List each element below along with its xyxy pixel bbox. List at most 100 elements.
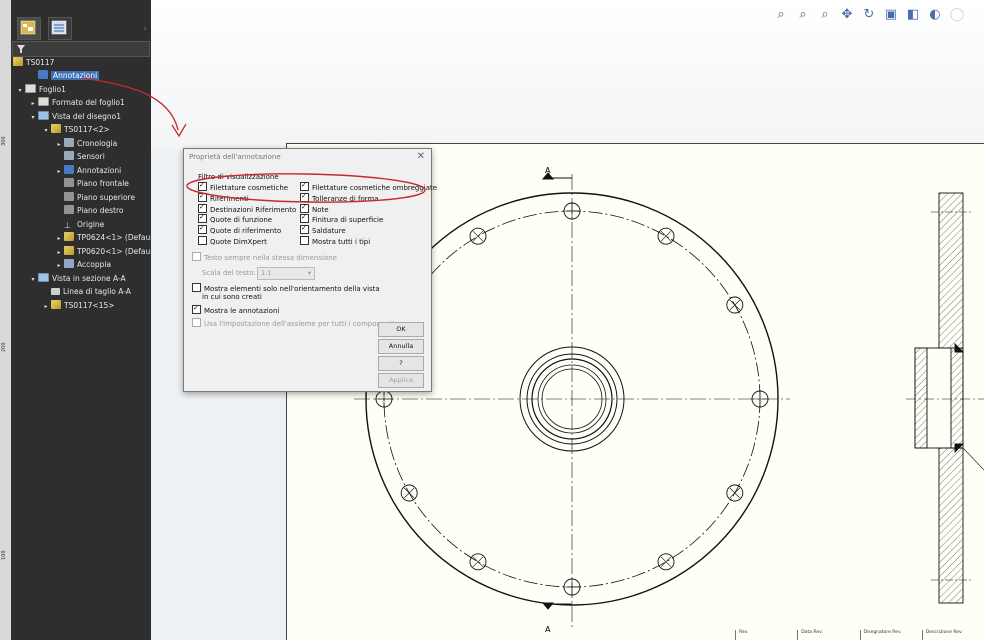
bolt-hole-center-mark xyxy=(472,230,484,242)
filter-label: Note xyxy=(312,205,329,214)
apply-button[interactable]: Applica xyxy=(378,373,424,388)
checkbox-box xyxy=(300,236,309,245)
title-block-cell: Data Rev. xyxy=(797,630,859,640)
tree-item[interactable]: ▸ Cronologia xyxy=(55,137,118,151)
tree-item[interactable]: ▸ Annotazioni xyxy=(55,164,122,178)
filter-checkbox[interactable]: Riferimenti xyxy=(198,192,249,203)
expand-toggle-icon[interactable]: ▾ xyxy=(29,112,37,124)
tree-item[interactable]: ▾ Foglio1 xyxy=(16,83,66,97)
expand-toggle-icon[interactable]: ▾ xyxy=(42,125,50,137)
tree-item-label: Annotazioni xyxy=(51,71,100,80)
sensor-icon xyxy=(64,151,74,160)
filter-checkbox[interactable]: Quote di riferimento xyxy=(198,225,281,235)
filter-checkbox[interactable]: Finitura di superficie xyxy=(300,214,383,224)
filter-checkbox[interactable]: Mostra tutti i tipi xyxy=(300,236,370,246)
sheet-format-icon xyxy=(38,97,49,106)
checkbox-box xyxy=(198,203,207,213)
tree-item-label: Piano superiore xyxy=(77,192,136,202)
filter-checkbox[interactable]: Quote di funzione xyxy=(198,214,272,224)
cancel-button[interactable]: Annulla xyxy=(378,339,424,354)
filter-checkbox[interactable]: Tolleranze di forma xyxy=(300,192,379,203)
filter-checkbox[interactable]: Saldature xyxy=(300,225,346,235)
tree-item[interactable]: ▾ TS0117<2> xyxy=(42,124,110,136)
expand-toggle-icon[interactable]: ▸ xyxy=(55,260,63,272)
tree-item[interactable]: ▾ Vista in sezione A-A xyxy=(29,272,126,286)
mates-icon xyxy=(64,259,74,268)
tree-item-label: Vista del disegno1 xyxy=(52,111,121,121)
text-same-size-checkbox[interactable]: Testo sempre nella stessa dimensione xyxy=(192,252,337,262)
tree-item[interactable]: ▸ Accoppia xyxy=(55,259,111,271)
bolt-hole-center-mark xyxy=(563,202,581,220)
help-button[interactable]: ? xyxy=(378,356,424,371)
filter-icon xyxy=(17,45,25,53)
tree-item[interactable]: Piano destro xyxy=(55,205,124,217)
tree-item-label: Piano destro xyxy=(77,206,124,215)
tree-item[interactable]: Linea di taglio A-A xyxy=(42,286,131,298)
filter-checkbox[interactable]: Filettature cosmetiche xyxy=(198,182,288,192)
expand-toggle-icon[interactable]: ▸ xyxy=(55,139,63,151)
display-filter-label: Filtro di visualizzazione xyxy=(198,173,279,181)
tree-item-label: Foglio1 xyxy=(39,84,66,94)
tree-item[interactable]: ⊥ Origine xyxy=(55,219,104,231)
expand-toggle-icon[interactable]: ▸ xyxy=(55,247,63,259)
property-manager-tab[interactable] xyxy=(48,17,72,40)
filter-checkbox[interactable]: Destinazioni Riferimento xyxy=(198,203,296,214)
filter-checkbox[interactable]: Quote DimXpert xyxy=(198,236,267,246)
feature-manager-tab[interactable] xyxy=(17,17,41,40)
bolt-hole-center-mark xyxy=(729,487,741,499)
use-assembly-setting-checkbox[interactable]: Usa l'impostazione dell'assieme per tutt… xyxy=(192,318,394,328)
close-icon[interactable]: ✕ xyxy=(417,151,425,162)
tree-item-label: Linea di taglio A-A xyxy=(63,287,131,296)
title-block-cell: Descrizione Rev. xyxy=(921,630,984,640)
tree-item[interactable]: Piano superiore xyxy=(55,191,136,204)
expand-toggle-icon[interactable]: ▸ xyxy=(29,98,37,110)
tree-item[interactable]: Annotazioni xyxy=(29,70,100,82)
expand-toggle-icon[interactable]: ▸ xyxy=(42,301,50,313)
title-block-cell: Disegnatore Rev. xyxy=(859,630,922,640)
text-scale-select[interactable]: 1:1 ▾ xyxy=(257,267,315,280)
ruler-tick-label: 200 xyxy=(1,342,7,352)
tree-item-label: TP0620<1> (Default- xyxy=(77,246,158,256)
section-label-bottom: A xyxy=(545,625,551,634)
title-block: Rev. Data Rev. Disegnatore Rev. Descrizione… xyxy=(735,630,984,640)
tree-item[interactable]: Piano frontale xyxy=(55,178,129,190)
plane-icon xyxy=(64,205,74,214)
expand-toggle-icon[interactable]: ▾ xyxy=(29,274,37,286)
title-block-cell: Rev. xyxy=(735,630,797,640)
show-in-orientation-checkbox[interactable]: Mostra elementi solo nell'orientamento d… xyxy=(192,283,380,293)
bolt-hole-center-mark xyxy=(403,487,415,499)
expand-toggle-icon[interactable]: ▸ xyxy=(55,166,63,178)
tree-item-label: Accoppia xyxy=(77,260,112,269)
tree-root[interactable]: TS0117 xyxy=(12,57,54,69)
part-icon xyxy=(51,299,61,309)
tree-item[interactable]: ▸ TP0624<1> (Default- xyxy=(55,232,158,244)
tree-item[interactable]: ▸ Formato del foglio1 xyxy=(29,97,125,109)
section-view-icon xyxy=(38,272,49,282)
tree-item[interactable]: ▸ TS0117<15> xyxy=(42,299,115,313)
filter-label: Finitura di superficie xyxy=(312,216,384,225)
tree-item-label: Formato del foglio1 xyxy=(52,98,125,107)
panel-collapse-icon[interactable]: › xyxy=(143,24,147,34)
text-scale-label: Scala del testo: xyxy=(202,269,257,277)
filter-checkbox[interactable]: Filettature cosmetiche ombreggiate xyxy=(300,182,437,192)
tree-item-label: Origine xyxy=(77,219,105,229)
tree-item[interactable]: ▾ Vista del disegno1 xyxy=(29,110,121,124)
checkbox-box xyxy=(192,318,201,327)
checkbox-box xyxy=(192,252,201,261)
filter-label: Quote DimXpert xyxy=(210,238,267,246)
filter-checkbox[interactable]: Note xyxy=(300,203,329,214)
tree-item-label: Annotazioni xyxy=(77,165,122,175)
tree-item-label: Cronologia xyxy=(77,138,118,148)
tree-item-label: TS0117<2> xyxy=(64,125,110,134)
filter-label: Quote di riferimento xyxy=(210,227,282,236)
tree-item-label: Sensori xyxy=(77,152,105,161)
tree-item[interactable]: ▸ TP0620<1> (Default- xyxy=(55,245,158,259)
property-manager-icon xyxy=(51,20,67,35)
tree-filter-bar[interactable] xyxy=(12,41,150,57)
ok-button[interactable]: OK xyxy=(378,322,424,337)
expand-toggle-icon[interactable]: ▾ xyxy=(16,85,24,97)
tree-item[interactable]: Sensori xyxy=(55,151,105,163)
show-annotations-checkbox[interactable]: Mostra le annotazioni xyxy=(192,305,279,315)
checkbox-box xyxy=(198,236,207,245)
expand-toggle-icon[interactable]: ▸ xyxy=(55,233,63,245)
